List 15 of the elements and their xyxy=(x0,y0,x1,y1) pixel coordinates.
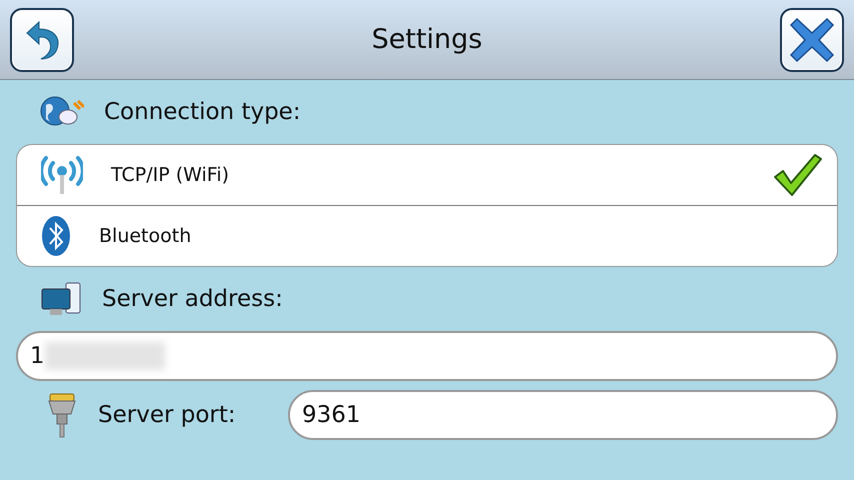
field-label: Server address: xyxy=(102,286,283,312)
close-button[interactable] xyxy=(780,8,844,72)
port-field[interactable]: 9361 xyxy=(288,390,838,440)
bluetooth-icon xyxy=(41,215,71,257)
field-label: Server port: xyxy=(98,402,237,428)
serial-connector-icon xyxy=(47,392,77,438)
section-label: Connection type: xyxy=(104,99,301,125)
wireless-icon xyxy=(41,155,83,195)
close-icon xyxy=(789,16,835,62)
computer-icon xyxy=(40,281,82,317)
address-field[interactable]: 1 xyxy=(16,331,838,381)
back-button[interactable] xyxy=(10,8,74,72)
connection-option[interactable]: TCP/IP (WiFi) xyxy=(17,145,837,205)
window-title: Settings xyxy=(372,24,482,55)
connection-option[interactable]: Bluetooth xyxy=(17,205,837,266)
